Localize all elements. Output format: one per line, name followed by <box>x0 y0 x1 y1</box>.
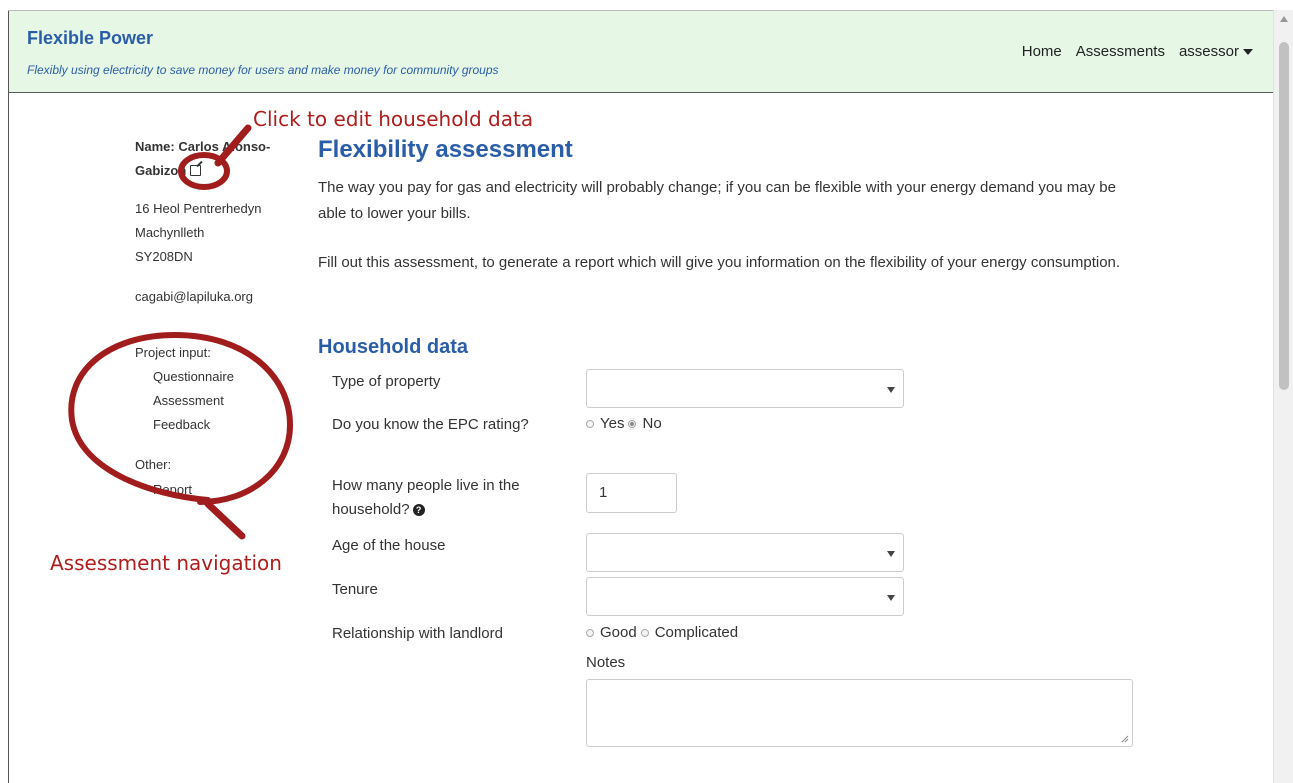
page-title: Flexibility assessment <box>318 136 573 163</box>
notes-textarea[interactable] <box>586 679 1133 747</box>
household-email: cagabi@lapiluka.org <box>135 289 253 304</box>
sidebar-nav-questionnaire[interactable]: Questionnaire <box>153 365 234 389</box>
sidebar-nav-report[interactable]: Report <box>153 478 192 502</box>
sidebar-nav-feedback[interactable]: Feedback <box>153 413 210 437</box>
epc-no-radio[interactable] <box>628 419 637 428</box>
resize-handle-icon[interactable] <box>1121 735 1129 743</box>
household-name: Name: Carlos Alonso-Gabizon <box>135 135 305 183</box>
landlord-good-label[interactable]: Good <box>600 624 637 641</box>
caret-down-icon <box>1243 49 1253 56</box>
house-age-label: Age of the house <box>332 537 446 554</box>
dropdown-arrow-icon <box>887 595 895 601</box>
address-line: 16 Heol Pentrerhedyn <box>135 201 262 216</box>
household-address: 16 Heol Pentrerhedyn Machynlleth SY208DN <box>135 197 261 269</box>
property-type-select[interactable] <box>586 369 904 408</box>
scrollbar-thumb[interactable] <box>1279 42 1289 390</box>
landlord-radio-group: Good Complicated <box>586 624 738 641</box>
brand-title[interactable]: Flexible Power <box>27 28 153 49</box>
nav-assessments[interactable]: Assessments <box>1076 43 1165 60</box>
landlord-complicated-label[interactable]: Complicated <box>655 624 738 641</box>
edit-icon[interactable] <box>190 165 202 176</box>
nav-user-label: assessor <box>1178 43 1239 60</box>
intro-paragraph-2: Fill out this assessment, to generate a … <box>318 254 1121 271</box>
project-input-label: Project input: <box>135 345 211 360</box>
vertical-scrollbar[interactable] <box>1273 10 1293 783</box>
dropdown-arrow-icon <box>887 387 895 393</box>
epc-yes-radio[interactable] <box>586 419 594 428</box>
brand-tagline: Flexibly using electricity to save money… <box>27 63 499 77</box>
notes-label: Notes <box>586 654 626 671</box>
nav-hint-annotation: Assessment navigation <box>50 551 282 575</box>
tenure-select[interactable] <box>586 577 904 616</box>
nav-pointer-line <box>204 500 246 540</box>
landlord-good-radio[interactable] <box>586 628 594 637</box>
sidebar-nav-assessment[interactable]: Assessment <box>153 389 224 413</box>
scroll-up-arrow-icon[interactable] <box>1280 16 1288 22</box>
other-label: Other: <box>135 457 172 472</box>
people-label: How many people live in the household?? <box>332 474 552 522</box>
nav-links: Home Assessments assessor <box>1022 43 1253 60</box>
epc-yes-label[interactable]: Yes <box>600 415 624 432</box>
landlord-complicated-radio[interactable] <box>640 628 649 637</box>
section-title: Household data <box>318 336 469 358</box>
edit-hint-annotation: Click to edit household data <box>253 107 534 131</box>
dropdown-arrow-icon <box>887 551 895 557</box>
household-name-text: Name: Carlos Alonso-Gabizon <box>135 139 271 178</box>
epc-label: Do you know the EPC rating? <box>332 416 529 433</box>
nav-home[interactable]: Home <box>1022 43 1062 60</box>
tenure-label: Tenure <box>332 581 378 598</box>
address-line: Machynlleth <box>135 225 205 240</box>
epc-no-label[interactable]: No <box>642 415 661 432</box>
navbar: Flexible Power Flexibly using electricit… <box>9 11 1273 93</box>
people-label-text: How many people live in the household? <box>332 477 520 518</box>
property-type-label: Type of property <box>332 373 441 390</box>
epc-radio-group: Yes No <box>586 415 662 432</box>
address-line: SY208DN <box>135 249 193 264</box>
house-age-select[interactable] <box>586 533 904 572</box>
landlord-label: Relationship with landlord <box>332 625 503 642</box>
window-left-border <box>8 10 9 783</box>
question-circle-icon[interactable]: ? <box>412 504 425 517</box>
nav-user-menu[interactable]: assessor <box>1179 43 1253 60</box>
people-count-input[interactable]: 1 <box>586 473 677 513</box>
intro-paragraph: The way you pay for gas and electricity … <box>318 179 1116 222</box>
